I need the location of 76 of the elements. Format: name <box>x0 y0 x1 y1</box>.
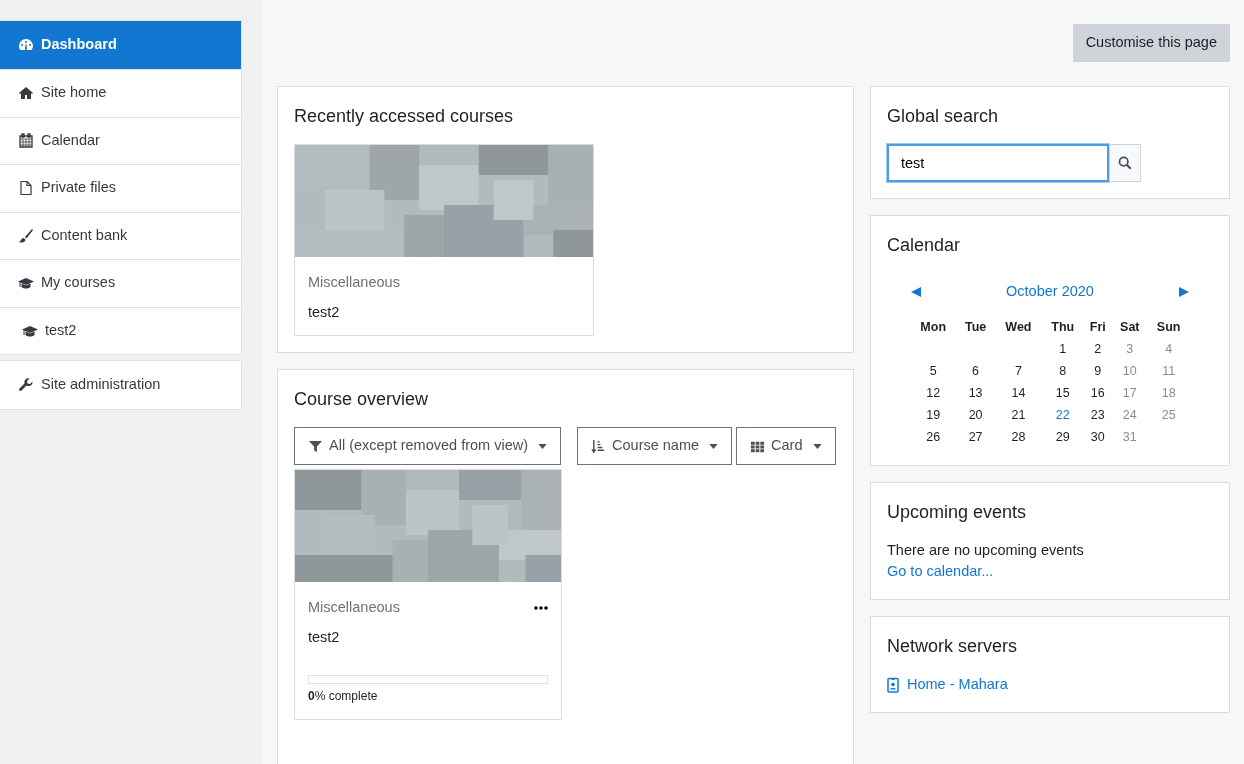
brush-icon <box>18 227 34 244</box>
nav-item[interactable]: My courses <box>0 259 241 307</box>
nav-item[interactable]: test2 <box>0 306 241 354</box>
filter-dropdown[interactable]: Course name <box>577 427 733 465</box>
calendar-day[interactable]: 1 <box>1059 342 1067 357</box>
gauge-icon <box>18 37 34 53</box>
nav-item[interactable]: Site administration <box>0 361 241 409</box>
server-link[interactable]: Home - Mahara <box>907 674 1008 696</box>
calendar-day[interactable]: 14 <box>1011 386 1026 401</box>
weekday-label: Fri <box>1088 319 1107 337</box>
caret-icon <box>538 443 548 449</box>
calendar-day[interactable]: 21 <box>1011 408 1026 423</box>
calendar-icon <box>18 132 34 149</box>
weekday-label: Tue <box>963 319 988 337</box>
weekday-label: Wed <box>1004 319 1033 337</box>
nav-item[interactable]: Dashboard <box>0 21 241 69</box>
id-badge-icon <box>887 676 899 693</box>
weekday-label: Sat <box>1119 319 1141 337</box>
calendar-link[interactable]: Go to calendar... <box>887 563 994 580</box>
wrench-icon <box>18 376 34 393</box>
weekday-label: Sun <box>1155 319 1182 337</box>
month-link[interactable]: October 2020 <box>1006 280 1094 303</box>
block-title: Global search <box>887 104 1000 128</box>
filter-icon <box>308 438 323 454</box>
filter-dropdown[interactable]: All (except removed from view) <box>294 427 562 465</box>
nav-item[interactable]: Private files <box>0 164 241 212</box>
course-card[interactable]: Miscellaneous test2 0% complete <box>294 469 562 720</box>
calendar-day[interactable]: 27 <box>968 430 983 445</box>
empty-message: There are no upcoming events <box>887 540 1085 560</box>
block-title: Recently accessed courses <box>294 104 515 128</box>
calendar-day[interactable]: 12 <box>926 386 941 401</box>
customise-page-button[interactable]: Customise this page <box>1072 24 1230 62</box>
filter-dropdown[interactable]: Card <box>736 427 836 465</box>
course-category: Miscellaneous <box>308 272 401 292</box>
calendar-day[interactable]: 8 <box>1059 364 1067 379</box>
calendar-day[interactable]: 20 <box>968 408 983 423</box>
calendar-day[interactable]: 16 <box>1090 386 1105 401</box>
course-name[interactable]: test2 <box>308 301 580 324</box>
file-icon <box>18 180 34 197</box>
weekday-label: Mon <box>919 319 947 337</box>
progress-text: 0% complete <box>308 687 379 705</box>
course-card[interactable]: Miscellaneous test2 <box>294 143 594 337</box>
search-field[interactable]: test <box>887 143 1109 182</box>
more-options-icon[interactable] <box>534 605 548 610</box>
nav-item[interactable]: Content bank <box>0 211 241 259</box>
block-title: Calendar <box>887 233 962 257</box>
block-title: Course overview <box>294 388 430 412</box>
sort-icon <box>591 438 607 454</box>
course-name[interactable]: test2 <box>308 626 548 649</box>
caret-icon <box>709 443 719 449</box>
calendar-day[interactable]: 30 <box>1090 430 1105 445</box>
course-category: Miscellaneous <box>308 598 400 617</box>
calendar-day[interactable]: 28 <box>1011 430 1026 445</box>
block-title: Upcoming events <box>887 500 1028 524</box>
search-icon <box>1118 155 1132 170</box>
calendar-day[interactable]: 15 <box>1055 386 1070 401</box>
calendar-day[interactable]: 26 <box>926 430 941 445</box>
search-button[interactable] <box>1109 143 1141 182</box>
calendar-day[interactable]: 7 <box>1014 364 1022 379</box>
nav-item[interactable]: Calendar <box>0 116 241 164</box>
calendar-day[interactable]: 6 <box>972 364 980 379</box>
nav-item[interactable]: Site home <box>0 69 241 117</box>
house-icon <box>18 85 34 102</box>
calendar-day[interactable]: 2 <box>1094 342 1102 357</box>
calendar-day[interactable]: 13 <box>968 386 983 401</box>
calendar-day[interactable]: 29 <box>1055 430 1070 445</box>
caret-icon <box>812 443 822 449</box>
calendar-day[interactable]: 23 <box>1090 408 1105 423</box>
calendar-day[interactable]: 22 <box>1055 408 1070 423</box>
next-month-icon[interactable] <box>1179 286 1189 297</box>
previous-month-icon[interactable] <box>911 286 921 297</box>
calendar-day[interactable]: 19 <box>926 408 941 423</box>
block-title: Network servers <box>887 635 1019 658</box>
calendar-day[interactable]: 5 <box>929 364 937 379</box>
weekday-label: Thu <box>1050 319 1076 337</box>
calendar-day[interactable]: 9 <box>1094 364 1102 379</box>
